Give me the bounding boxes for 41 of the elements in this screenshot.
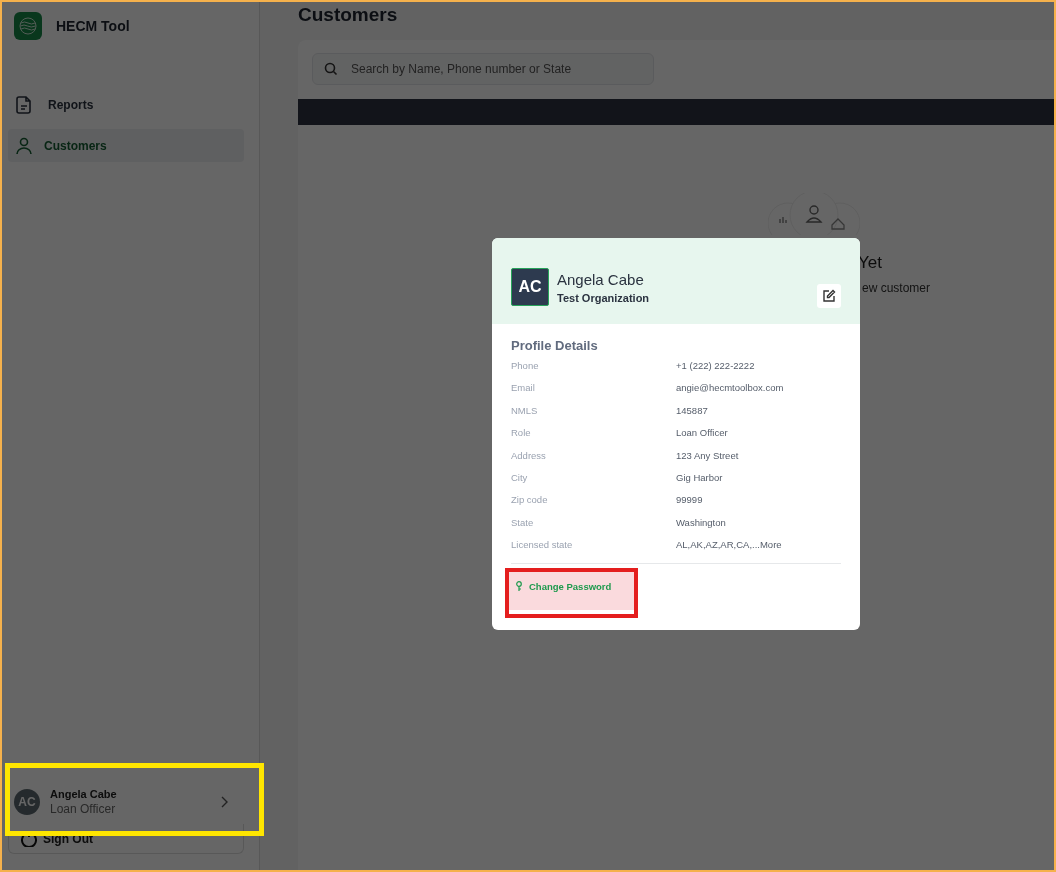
field-label: Phone — [511, 359, 540, 373]
user-role: Loan Officer — [50, 802, 117, 816]
sidebar-item[interactable]: Reports — [8, 88, 244, 121]
user-icon — [14, 135, 34, 156]
field-value: 123 Any Street — [676, 448, 740, 463]
user-avatar: AC — [14, 789, 40, 815]
field-value: Gig Harbor — [676, 470, 724, 485]
field-value: Washington — [676, 515, 727, 530]
field-label: NMLS — [511, 403, 539, 418]
empty-state-text: ew customer — [862, 281, 931, 295]
field-value: 145887 — [676, 403, 709, 418]
key-icon — [515, 581, 523, 593]
field-label: Address — [511, 448, 547, 463]
field-value: AL,AK,AZ,AR,CA,...More — [676, 538, 783, 553]
logo-icon — [14, 12, 42, 40]
field-value: 99999 — [676, 493, 704, 508]
field-value: angie@hecmtoolbox.com — [676, 381, 785, 396]
document-icon — [14, 94, 34, 115]
section-title: Profile Details — [511, 338, 599, 353]
profile-name: Angela Cabe — [557, 270, 645, 288]
field-label: Licensed state — [511, 538, 574, 553]
profile-organization: Test Organization — [557, 291, 651, 304]
user-name: Angela Cabe — [50, 788, 118, 800]
app-name: HECM Tool — [56, 18, 130, 34]
field-value: Loan Officer — [676, 426, 729, 441]
field-label: Role — [511, 426, 532, 441]
edit-button[interactable] — [817, 284, 841, 308]
sidebar-item[interactable]: Customers — [8, 129, 244, 162]
user-card[interactable]: AC Angela Cabe Loan Officer — [8, 780, 244, 824]
page-title: Customers — [298, 4, 399, 26]
profile-avatar: AC — [511, 268, 549, 306]
field-label: Email — [511, 381, 536, 396]
search-icon — [324, 62, 338, 76]
field-label: Zip code — [511, 493, 549, 508]
edit-icon — [822, 289, 836, 303]
field-label: City — [511, 470, 529, 485]
search-field[interactable]: Search by Name, Phone number or State — [312, 53, 654, 85]
field-value: +1 (222) 222-2222 — [676, 359, 756, 373]
chevron-right-icon — [220, 796, 228, 808]
field-label: State — [511, 515, 535, 530]
empty-state-title: Yet — [858, 253, 882, 273]
